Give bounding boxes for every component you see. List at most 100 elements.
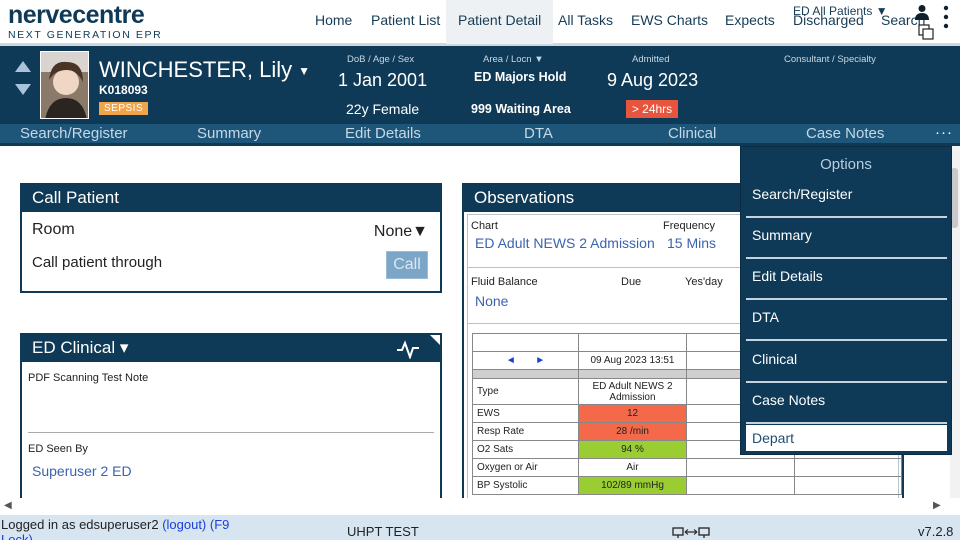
chevron-down-icon: ▼ (534, 54, 544, 65)
menu-item-clinical[interactable]: Clinical (746, 344, 947, 383)
dob-value: 1 Jan 2001 (338, 70, 428, 90)
row-label: BP Systolic (472, 476, 579, 495)
login-info: Logged in as edsuperuser2 (logout) (F9 L… (1, 517, 251, 540)
tab-dta[interactable]: DTA (524, 125, 553, 142)
patient-id: K018093 (99, 83, 148, 97)
ed-clinical-header[interactable]: ED Clinical ▾ (22, 335, 440, 362)
consultant-label: Consultant / Specialty (784, 54, 876, 65)
chart-label: Chart (471, 220, 498, 232)
horizontal-scrollbar[interactable]: ◀ ▶ (0, 498, 960, 515)
observation-date[interactable]: 09 Aug 2023 13:51 (578, 351, 687, 370)
version-label: v7.2.8 (918, 524, 954, 539)
tab-search-register[interactable]: Search/Register (20, 125, 128, 142)
nav-patient-list[interactable]: Patient List (371, 12, 440, 28)
options-menu-title: Options (820, 156, 872, 173)
scroll-right-icon[interactable]: ▶ (933, 500, 941, 511)
nav-all-tasks[interactable]: All Tasks (558, 12, 613, 28)
tab-case-notes[interactable]: Case Notes (806, 125, 884, 142)
panel-corner-marker (430, 335, 440, 345)
nav-home[interactable]: Home (315, 12, 352, 28)
row-value[interactable]: 28 /min (578, 422, 687, 441)
area-label-text: Area / Locn (483, 54, 532, 65)
chevron-down-icon: ▼ (875, 4, 888, 18)
row-value[interactable]: ED Adult NEWS 2 Admission (578, 378, 687, 405)
fluid-balance-value[interactable]: None (475, 293, 508, 309)
menu-item-edit-details[interactable]: Edit Details (746, 261, 947, 300)
dob-label: DoB / Age / Sex (347, 54, 415, 65)
environment-label: UHPT TEST (347, 524, 419, 539)
location-value: 999 Waiting Area (471, 102, 571, 116)
ward-selector[interactable]: ED All Patients ▼ (793, 4, 888, 18)
logout-link[interactable]: (logout) (162, 517, 206, 532)
chart-value[interactable]: ED Adult NEWS 2 Admission (475, 235, 655, 251)
call-patient-title: Call Patient (22, 185, 440, 212)
admitted-duration-badge: > 24hrs (626, 100, 678, 118)
patient-photo[interactable] (40, 51, 89, 119)
due-label: Due (621, 276, 642, 288)
tab-edit-details[interactable]: Edit Details (345, 125, 421, 142)
menu-item-dta[interactable]: DTA (746, 302, 947, 341)
ed-clinical-note: PDF Scanning Test Note (28, 372, 149, 384)
vertical-dots-icon[interactable] (942, 5, 950, 31)
age-sex-value: 22y Female (346, 101, 420, 117)
patient-name[interactable]: WINCHESTER, Lily ▼ (99, 57, 310, 83)
patient-banner: WINCHESTER, Lily ▼ K018093 SEPSIS DoB / A… (0, 46, 960, 124)
row-value[interactable]: 102/89 mmHg (578, 476, 687, 495)
call-button[interactable]: Call (386, 251, 428, 279)
menu-item-depart[interactable]: Depart (746, 425, 947, 451)
admitted-value: 9 Aug 2023 (607, 70, 699, 90)
date-nav: ◄ ► (472, 351, 579, 370)
prev-arrow-icon[interactable]: ◄ (506, 355, 516, 366)
row-label: Oxygen or Air (472, 458, 579, 477)
menu-item-summary[interactable]: Summary (746, 220, 947, 259)
admitted-label: Admitted (632, 54, 670, 65)
scroll-left-icon[interactable]: ◀ (4, 500, 12, 511)
fluid-balance-label: Fluid Balance (471, 276, 538, 288)
nav-patient-detail[interactable]: Patient Detail (446, 0, 554, 44)
frequency-label: Frequency (663, 220, 715, 232)
app-window: nervecentre NEXT GENERATION EPR Home Pat… (0, 0, 960, 540)
chevron-down-icon: ▼ (298, 64, 311, 79)
user-icon[interactable] (914, 4, 930, 20)
top-navigation-bar: nervecentre NEXT GENERATION EPR Home Pat… (0, 0, 960, 46)
pulse-icon[interactable] (396, 339, 420, 359)
row-label: Type (472, 378, 579, 405)
patient-tab-bar: Search/Register Summary Edit Details DTA… (0, 124, 960, 146)
logged-in-text: Logged in as edsuperuser2 (1, 517, 159, 532)
row-value[interactable]: Air (578, 458, 687, 477)
screen-share-icon[interactable] (672, 527, 710, 539)
seen-by-value[interactable]: Superuser 2 ED (32, 463, 132, 479)
next-arrow-icon[interactable]: ► (535, 355, 545, 366)
menu-item-case-notes[interactable]: Case Notes (746, 385, 947, 424)
arrow-up-icon (15, 61, 31, 72)
yesterday-label: Yes'day (685, 276, 723, 288)
room-label: Room (32, 221, 75, 238)
window-icon[interactable] (918, 24, 934, 40)
row-value[interactable]: 94 % (578, 440, 687, 459)
vertical-scrollbar-thumb[interactable] (951, 168, 958, 228)
patient-nav-arrows[interactable] (14, 58, 32, 98)
call-patient-panel: Call Patient Room None▼ Call patient thr… (20, 183, 442, 293)
room-select[interactable]: None▼ (374, 223, 428, 241)
options-menu: Options Search/Register Summary Edit Det… (740, 146, 952, 455)
row-value[interactable]: 12 (578, 404, 687, 423)
tab-clinical[interactable]: Clinical (668, 125, 716, 142)
frequency-value[interactable]: 15 Mins (667, 235, 716, 251)
sepsis-alert-badge[interactable]: SEPSIS (99, 102, 149, 115)
row-label: Resp Rate (472, 422, 579, 441)
nav-expects[interactable]: Expects (725, 12, 775, 28)
nav-ews-charts[interactable]: EWS Charts (631, 12, 708, 28)
call-through-label: Call patient through (32, 254, 163, 271)
top-nav: Home Patient List Patient Detail All Tas… (0, 0, 960, 44)
ward-selector-label: ED All Patients (793, 4, 873, 18)
table-row: BP Systolic 102/89 mmHg (472, 476, 902, 495)
row-label: O2 Sats (472, 440, 579, 459)
status-bar: Logged in as edsuperuser2 (logout) (F9 L… (0, 515, 960, 540)
seen-by-label: ED Seen By (28, 443, 88, 455)
divider (28, 432, 434, 433)
area-label[interactable]: Area / Locn ▼ (483, 54, 544, 65)
ed-clinical-panel: ED Clinical ▾ PDF Scanning Test Note ED … (20, 333, 442, 503)
more-options-icon[interactable]: ··· (935, 124, 953, 141)
menu-item-search-register[interactable]: Search/Register (746, 179, 947, 218)
tab-summary[interactable]: Summary (197, 125, 261, 142)
